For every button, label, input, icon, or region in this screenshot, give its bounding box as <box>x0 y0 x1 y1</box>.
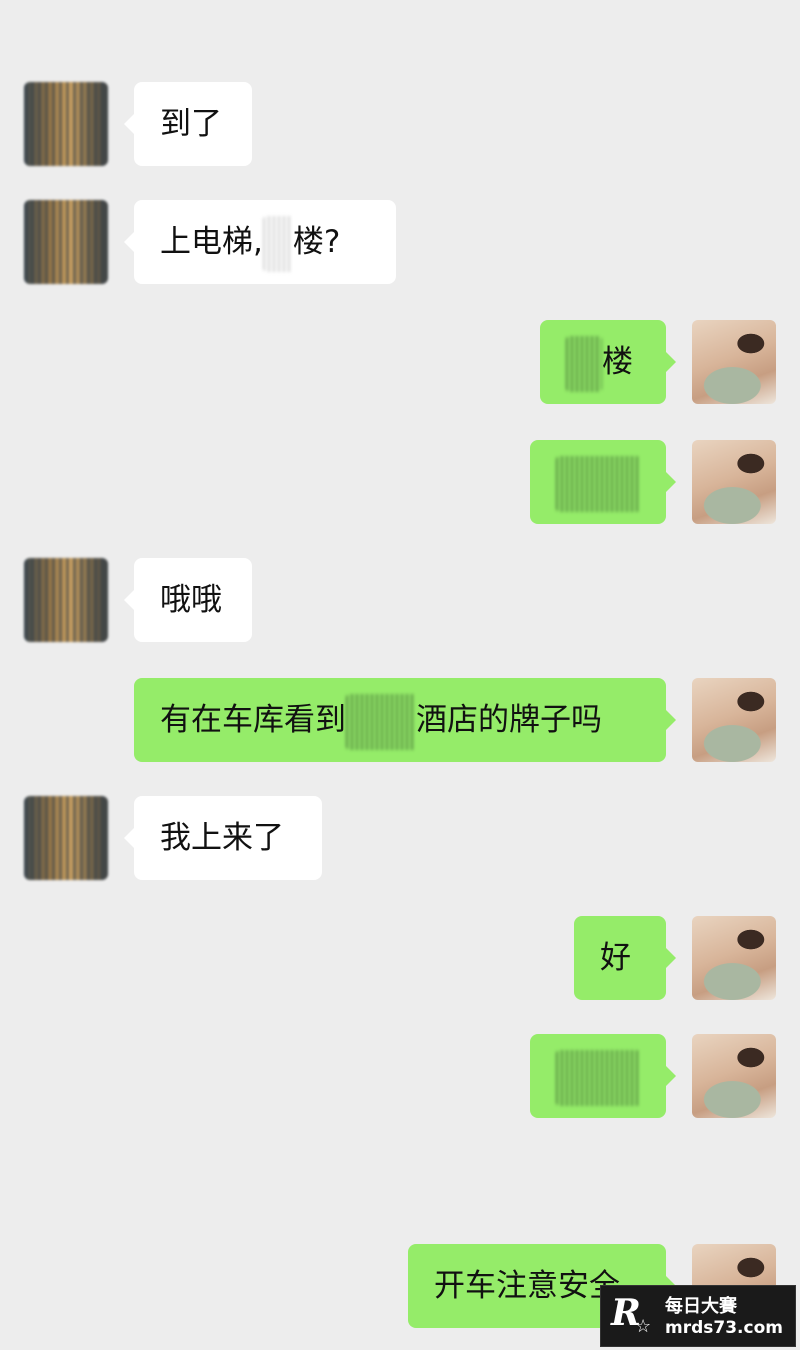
my-avatar[interactable] <box>692 320 776 404</box>
contact-avatar[interactable] <box>24 796 108 880</box>
redacted-text <box>556 455 640 512</box>
outgoing-message: 好 <box>574 916 676 1000</box>
outgoing-message: 楼 <box>540 320 676 404</box>
incoming-message: 我上来了 <box>124 796 322 880</box>
star-icon: ☆ <box>635 1316 652 1337</box>
contact-avatar[interactable] <box>24 82 108 166</box>
incoming-message: 哦哦 <box>124 558 252 642</box>
incoming-message: 上电梯, 楼? <box>124 200 396 284</box>
my-avatar[interactable] <box>692 1034 776 1118</box>
message-text: 酒店的牌子吗 <box>416 702 602 738</box>
contact-avatar[interactable] <box>24 200 108 284</box>
redacted-text <box>566 335 602 392</box>
my-avatar[interactable] <box>692 916 776 1000</box>
watermark-url: mrds73.com <box>665 1318 783 1338</box>
message-text: 楼? <box>292 224 341 260</box>
message-text: 楼 <box>602 344 633 380</box>
message-text: 哦哦 <box>160 582 222 618</box>
outgoing-message <box>530 440 676 524</box>
redacted-text <box>556 1049 640 1106</box>
message-text: 上电梯, <box>160 224 263 260</box>
watermark-title: 每日大賽 <box>665 1296 737 1317</box>
message-text: 有在车库看到 <box>160 702 346 738</box>
watermark: R ☆ 每日大賽 mrds73.com <box>600 1285 796 1347</box>
incoming-message: 到了 <box>124 82 252 166</box>
message-text: 好 <box>600 940 631 976</box>
message-text: 我上来了 <box>160 820 284 856</box>
outgoing-message: 有在车库看到 酒店的牌子吗 <box>134 678 676 762</box>
message-text: 开车注意安全 <box>434 1268 620 1304</box>
message-text: 到了 <box>160 106 222 142</box>
redacted-text <box>262 215 293 272</box>
redacted-text <box>346 693 416 750</box>
my-avatar[interactable] <box>692 440 776 524</box>
contact-avatar[interactable] <box>24 558 108 642</box>
outgoing-message <box>530 1034 676 1118</box>
my-avatar[interactable] <box>692 678 776 762</box>
